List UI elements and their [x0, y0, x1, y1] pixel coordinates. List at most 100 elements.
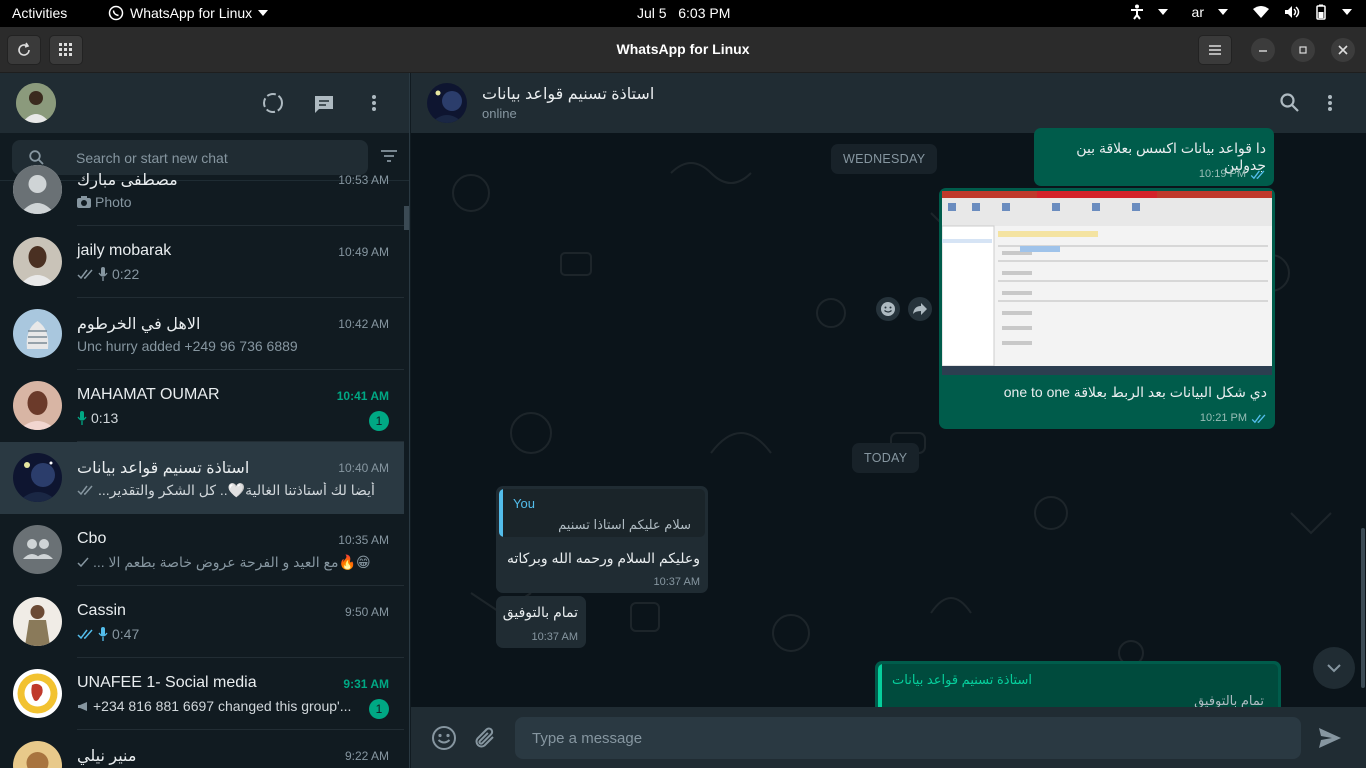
avatar [13, 165, 62, 214]
search-in-chat-button[interactable] [1280, 93, 1299, 112]
contact-avatar[interactable] [427, 83, 467, 123]
avatar [13, 741, 62, 768]
chat-item[interactable]: jaily mobarak 10:49 AM 0:22 [0, 226, 404, 298]
chat-item[interactable]: UNAFEE 1- Social media 9:31 AM +234 816 … [0, 658, 404, 730]
chat-preview-text: أيضا لك أستاذتنا الغالية🤍.. كل الشكر وال… [98, 482, 375, 498]
status-button[interactable] [262, 92, 284, 114]
double-check-icon [1250, 170, 1265, 180]
message-outgoing-image[interactable]: دي شكل البيانات بعد الربط بعلاقة one to … [939, 188, 1275, 429]
menu-icon [1209, 45, 1221, 55]
sidebar-header [0, 73, 409, 133]
attach-button[interactable] [474, 726, 496, 750]
chat-item[interactable]: MAHAMAT OUMAR 10:41 AM 0:13 1 [0, 370, 404, 442]
chat-name: استاذة تسنيم قواعد بيانات [77, 460, 250, 477]
chat-item[interactable]: مصطفى مبارك 10:53 AM Photo [0, 154, 404, 226]
my-profile-avatar[interactable] [16, 83, 56, 123]
avatar [13, 525, 62, 574]
double-check-icon [77, 629, 93, 639]
chevron-down-icon [1218, 9, 1228, 15]
chat-preview: أيضا لك أستاذتنا الغالية🤍.. كل الشكر وال… [77, 482, 382, 499]
chat-time: 10:53 AM [338, 173, 389, 187]
single-check-icon [77, 557, 89, 568]
emoji-button[interactable] [431, 725, 457, 751]
camera-icon [77, 196, 91, 208]
minimize-button[interactable] [1251, 38, 1275, 62]
chevron-down-icon [1342, 9, 1352, 15]
language-indicator[interactable]: ar [1192, 4, 1204, 20]
unread-badge: 1 [369, 699, 389, 719]
chat-name: jaily mobarak [77, 242, 172, 259]
sidebar-scrollbar[interactable] [404, 206, 409, 230]
chat-name: UNAFEE 1- Social media [77, 674, 257, 691]
chat-time: 9:22 AM [344, 749, 389, 763]
chat-time: 10:49 AM [338, 245, 389, 259]
send-button[interactable] [1318, 727, 1342, 749]
new-chat-button[interactable] [313, 94, 335, 114]
emoji-icon [432, 726, 456, 750]
status-icon [263, 93, 283, 113]
chat-time: 10:41 AM [336, 389, 389, 403]
app-menu[interactable]: WhatsApp for Linux [108, 5, 269, 21]
message-composer [411, 707, 1366, 768]
close-button[interactable] [1331, 38, 1355, 62]
chat-preview-text: 0:47 [112, 626, 140, 642]
message-text: وعليكم السلام ورحمه الله وبركاته [506, 550, 700, 566]
chat-name: MAHAMAT OUMAR [77, 386, 220, 403]
gnome-top-bar: Activities WhatsApp for Linux Jul 5 6:03… [0, 0, 1366, 27]
chat-name: Cbo [77, 530, 107, 547]
double-check-icon [77, 485, 93, 496]
chat-menu-button[interactable] [1327, 94, 1333, 112]
chat-item[interactable]: منير نيلي 9:22 AM [0, 730, 404, 768]
message-incoming[interactable]: You سلام عليكم استاذا تسنيم وعليكم السلا… [496, 486, 708, 593]
kebab-menu-icon [372, 95, 376, 111]
maximize-button[interactable] [1291, 38, 1315, 62]
avatar [13, 669, 62, 718]
forward-icon [913, 303, 927, 315]
chat-preview: 😁🔥مع العيد و الفرحة عروض خاصة بطعم الا .… [77, 554, 382, 571]
conversation-scrollbar[interactable] [1361, 528, 1365, 688]
send-icon [1319, 728, 1341, 748]
activities-button[interactable]: Activities [12, 5, 67, 21]
paperclip-icon [475, 727, 494, 748]
scroll-to-bottom-button[interactable] [1313, 647, 1355, 689]
kebab-menu-icon [1328, 95, 1332, 111]
quote-author: استاذة تسنيم قواعد بيانات [892, 672, 1032, 687]
chat-item[interactable]: الاهل في الخرطوم 10:42 AM Unc hurry adde… [0, 298, 404, 370]
date-divider: TODAY [852, 443, 920, 473]
chat-time: 10:42 AM [338, 317, 389, 331]
window-titlebar: WhatsApp for Linux [0, 27, 1366, 73]
chevron-down-icon [258, 10, 269, 16]
chat-item[interactable]: Cassin 9:50 AM 0:47 [0, 586, 404, 658]
forward-button[interactable] [908, 297, 932, 321]
chat-name: الاهل في الخرطوم [77, 316, 201, 333]
system-tray[interactable]: ar [1130, 4, 1352, 20]
quoted-message[interactable]: You سلام عليكم استاذا تسنيم [499, 489, 705, 537]
message-input[interactable] [515, 717, 1301, 759]
mic-icon [98, 267, 108, 281]
whatsapp-icon [108, 5, 124, 21]
sidebar-menu-button[interactable] [371, 94, 377, 112]
react-button[interactable] [876, 297, 900, 321]
message-outgoing[interactable]: دا قواعد بيانات اكسس بعلاقة بين جدولين 1… [1034, 128, 1274, 186]
chat-item-active[interactable]: استاذة تسنيم قواعد بيانات 10:40 AM أيضا … [0, 442, 404, 514]
screenshot-image[interactable] [942, 191, 1272, 375]
hamburger-menu-button[interactable] [1198, 35, 1232, 65]
chat-preview: +234 816 881 6697 changed this group'... [77, 698, 367, 714]
chat-preview: Unc hurry added +249 96 736 6889 [77, 338, 382, 354]
message-incoming[interactable]: تمام بالتوفيق 10:37 AM [496, 596, 586, 648]
contact-name[interactable]: استاذة تسنيم قواعد بيانات [482, 84, 654, 104]
chat-item[interactable]: Cbo 10:35 AM 😁🔥مع العيد و الفرحة عروض خا… [0, 514, 404, 586]
wifi-icon[interactable] [1252, 5, 1270, 19]
message-time: 10:37 AM [531, 631, 578, 643]
conversation-header[interactable]: استاذة تسنيم قواعد بيانات online [411, 73, 1366, 133]
battery-icon[interactable] [1314, 4, 1328, 20]
accessibility-icon[interactable] [1130, 4, 1144, 20]
volume-icon[interactable] [1284, 5, 1300, 19]
emoji-icon [881, 302, 895, 316]
clock[interactable]: Jul 5 6:03 PM [637, 5, 730, 21]
message-text: تمام بالتوفيق [502, 604, 578, 620]
message-time: 10:19 PM [1198, 168, 1246, 180]
app-menu-label: WhatsApp for Linux [130, 5, 253, 21]
close-icon [1338, 45, 1348, 55]
chat-name: منير نيلي [77, 748, 137, 765]
